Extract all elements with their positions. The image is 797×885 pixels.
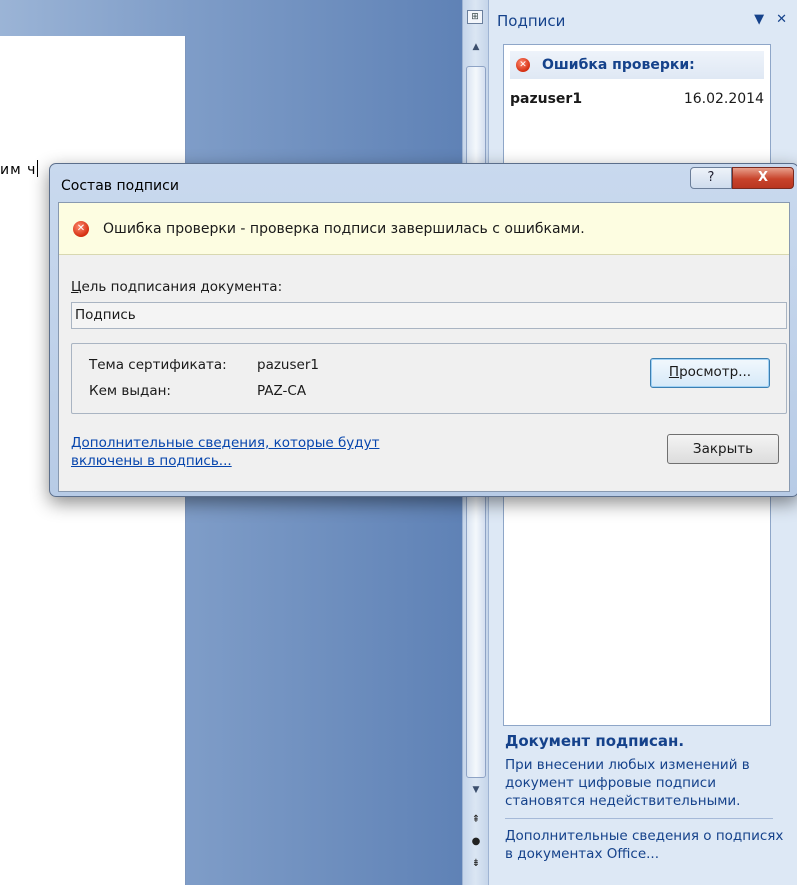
pane-title: Подписи	[497, 12, 566, 30]
cert-subject-value: pazuser1	[257, 357, 319, 373]
select-browse-object-icon[interactable]: ●	[466, 834, 486, 850]
pane-info: Документ подписан. При внесении любых из…	[505, 732, 785, 863]
error-banner: ✕ Ошибка проверки - проверка подписи зав…	[59, 203, 789, 255]
pane-close-icon[interactable]: ✕	[776, 12, 787, 40]
issued-by-row: Кем выдан: PAZ-CA	[89, 383, 306, 399]
additional-info-link[interactable]: Дополнительные сведения, которые будут в…	[71, 434, 391, 470]
office-signatures-help-link[interactable]: Дополнительные сведения о подписях в док…	[505, 827, 785, 863]
signature-date: 16.02.2014	[683, 91, 764, 107]
cert-subject-row: Тема сертификата: pazuser1	[89, 357, 319, 373]
close-button[interactable]: Закрыть	[667, 434, 779, 464]
info-title: Документ подписан.	[505, 732, 685, 750]
title-bar-buttons: ? X	[690, 167, 794, 189]
scroll-up-arrow-icon[interactable]: ▲	[466, 40, 486, 54]
pane-header: Подписи ▼ ✕	[489, 0, 797, 40]
purpose-field[interactable]: Подпись	[71, 302, 787, 329]
error-group-label: Ошибка проверки:	[542, 57, 695, 73]
certificate-info-group: Тема сертификата: pazuser1 Кем выдан: PAZ-…	[71, 343, 787, 414]
help-button[interactable]: ?	[690, 167, 732, 189]
purpose-label: Цель подписания документа:	[71, 279, 282, 295]
signature-item[interactable]: pazuser1 16.02.2014	[504, 79, 770, 107]
dialog-body: ✕ Ошибка проверки - проверка подписи зав…	[58, 202, 790, 492]
pane-menu-icon[interactable]: ▼	[754, 12, 764, 40]
signature-details-dialog: Состав подписи ? X ✕ Ошибка проверки - п…	[49, 163, 797, 497]
issued-by-value: PAZ-CA	[257, 383, 307, 399]
text-caret	[37, 160, 39, 177]
purpose-label-accesskey: Ц	[71, 279, 82, 295]
error-icon: ✕	[73, 220, 89, 237]
issued-by-label: Кем выдан:	[89, 383, 171, 399]
scroll-down-arrow-icon[interactable]: ▼	[466, 783, 486, 797]
view-certificate-button[interactable]: Просмотр...	[650, 358, 770, 388]
dialog-close-button[interactable]: X	[732, 167, 794, 189]
purpose-label-text: ель подписания документа:	[81, 279, 283, 295]
info-text: При внесении любых изменений в документ …	[505, 757, 750, 809]
error-icon: ✕	[516, 58, 530, 72]
previous-page-icon[interactable]: ⇞	[466, 812, 486, 828]
view-button-accesskey: П	[668, 364, 680, 380]
error-message: Ошибка проверки - проверка подписи завер…	[103, 220, 585, 237]
dialog-title: Состав подписи	[61, 178, 179, 194]
cert-subject-label: Тема сертификата:	[89, 357, 227, 373]
document-text[interactable]: им ч	[0, 160, 39, 178]
view-button-label: росмотр...	[679, 364, 752, 380]
error-group-header[interactable]: ✕ Ошибка проверки:	[510, 51, 764, 79]
document-text-content: им ч	[0, 162, 37, 178]
next-page-icon[interactable]: ⇟	[466, 856, 486, 872]
signature-user: pazuser1	[510, 91, 583, 107]
info-divider	[505, 818, 773, 819]
ruler-toggle-icon[interactable]: ⊞	[467, 10, 483, 24]
